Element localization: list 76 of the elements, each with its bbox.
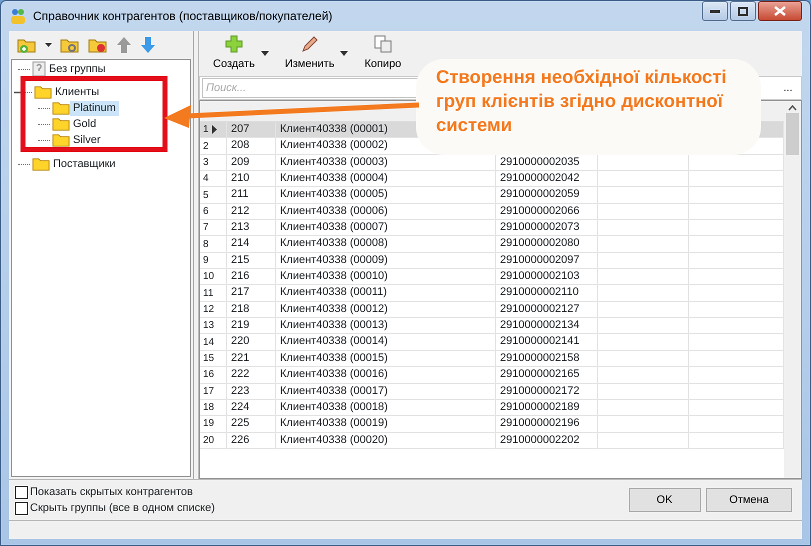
row-number: 1 [203, 123, 209, 138]
window-title: Справочник контрагентов (поставщиков/покупателей) [33, 8, 332, 25]
table-cell: 2910000002134 [496, 318, 598, 334]
table-cell: 218 [227, 302, 276, 318]
row-number: 12 [203, 302, 214, 317]
table-cell: Клиент40338 (00007) [276, 220, 496, 236]
table-cell: Клиент40338 (00020) [276, 432, 496, 448]
table-cell: 221 [227, 350, 276, 366]
table-cell: 209 [227, 154, 276, 170]
table-cell: 223 [227, 384, 276, 399]
table-cell: 2910000002172 [496, 384, 598, 399]
row-number: 6 [203, 204, 209, 219]
table-cell: Клиент40338 (00015) [276, 350, 496, 366]
table-cell: 2910000002110 [496, 285, 598, 301]
table-cell: Клиент40338 (00018) [276, 400, 496, 416]
table-cell: 211 [227, 187, 276, 203]
table-cell: 2910000002103 [496, 269, 598, 284]
table-cell: Клиент40338 (00011) [276, 285, 496, 301]
row-number: 16 [203, 368, 214, 382]
table-cell: 2910000002066 [496, 204, 598, 220]
table-cell: 2910000002097 [496, 252, 598, 268]
table-cell: 2910000002165 [496, 367, 598, 382]
row-number: 13 [203, 319, 214, 334]
table-cell: Клиент40338 (00016) [276, 367, 496, 382]
table-cell: 2910000002141 [496, 334, 598, 350]
table-cell: 214 [227, 236, 276, 252]
table-cell: 2910000002059 [496, 187, 598, 203]
table-cell: 2910000002189 [496, 400, 598, 416]
table-cell: Клиент40338 (00008) [276, 236, 496, 252]
table-cell: 2910000002080 [496, 236, 598, 252]
table-cell: 208 [227, 138, 276, 154]
table-cell: Клиент40338 (00010) [276, 269, 496, 284]
table-cell: Клиент40338 (00014) [276, 334, 496, 350]
table-cell: Клиент40338 (00005) [276, 187, 496, 203]
table-cell: 2910000002202 [496, 432, 598, 448]
table-cell: 225 [227, 416, 276, 432]
row-number: 10 [203, 270, 214, 284]
row-number: 2 [203, 140, 209, 154]
table-cell: 217 [227, 285, 276, 301]
row-number: 15 [203, 352, 214, 366]
row-number: 5 [203, 188, 209, 203]
table-cell: 207 [227, 122, 276, 138]
table-cell: 216 [227, 269, 276, 284]
row-number: 19 [203, 417, 214, 432]
row-number: 18 [203, 401, 214, 416]
table-cell: Клиент40338 (00013) [276, 318, 496, 334]
table-cell: 226 [227, 432, 276, 448]
table-cell: 219 [227, 318, 276, 334]
table-cell: 220 [227, 334, 276, 350]
table-cell: Клиент40338 (00017) [276, 384, 496, 399]
row-number: 11 [203, 286, 214, 301]
table-cell: Клиент40338 (00009) [276, 252, 496, 268]
table-cell: Клиент40338 (00019) [276, 416, 496, 432]
row-number: 20 [203, 434, 214, 448]
annotation-tooltip: Створення необхідної кількості груп клієнтів згідно дисконтної системи [416, 59, 761, 155]
row-number: 3 [203, 156, 209, 170]
table-cell: Клиент40338 (00012) [276, 302, 496, 318]
table-cell: 210 [227, 171, 276, 186]
row-number: 4 [203, 172, 209, 186]
table-cell: 224 [227, 400, 276, 416]
table-cell: 2910000002196 [496, 416, 598, 432]
row-number: 14 [203, 336, 214, 350]
table-cell: 212 [227, 204, 276, 220]
row-number: 9 [203, 254, 209, 268]
table-cell: 2910000002127 [496, 302, 598, 318]
table-cell: 222 [227, 367, 276, 382]
row-number: 7 [203, 221, 209, 236]
table-cell: 2910000002042 [496, 171, 598, 186]
table-cell: Клиент40338 (00004) [276, 171, 496, 186]
table-cell: 2910000002073 [496, 220, 598, 236]
table-cell: 215 [227, 252, 276, 268]
table-cell: 2910000002158 [496, 350, 598, 366]
table-cell: 213 [227, 220, 276, 236]
row-number: 8 [203, 238, 209, 252]
row-number: 17 [203, 384, 214, 399]
table-cell: Клиент40338 (00006) [276, 204, 496, 220]
